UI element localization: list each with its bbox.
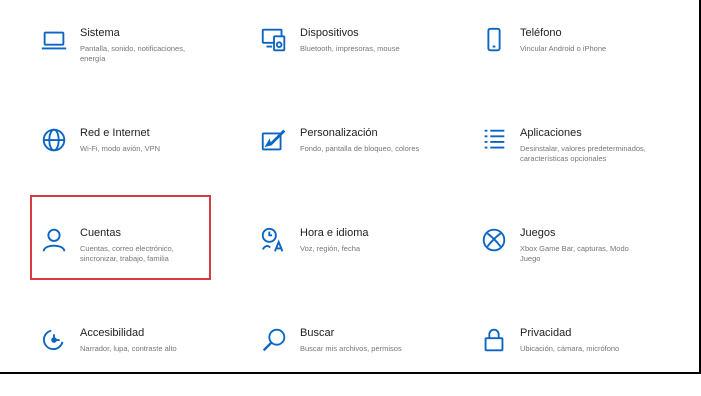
tile-description: Ubicación, cámara, micrófono	[520, 344, 620, 353]
tile-title: Juegos	[520, 227, 556, 239]
settings-tile-dispositivos[interactable]: Dispositivos Bluetooth, impresoras, mous…	[258, 26, 458, 96]
globe-icon	[38, 124, 70, 156]
tile-description: Cuentas, correo electrónico, sincronizar…	[80, 244, 174, 263]
search-icon	[258, 324, 290, 356]
tile-title: Hora e idioma	[300, 227, 369, 239]
tile-title: Aplicaciones	[520, 127, 582, 139]
tile-title: Red e Internet	[80, 127, 150, 139]
devices-icon	[258, 24, 290, 56]
settings-tile-cuentas[interactable]: Cuentas Cuentas, correo electrónico, sin…	[38, 226, 238, 296]
settings-tile-telefono[interactable]: Teléfono Vincular Android o iPhone	[478, 26, 678, 96]
tile-description: Voz, región, fecha	[300, 244, 361, 253]
settings-tile-aplicaciones[interactable]: Aplicaciones Desinstalar, valores predet…	[478, 126, 678, 196]
lock-icon	[478, 324, 510, 356]
tile-description: Buscar mis archivos, permisos	[300, 344, 402, 353]
settings-window: Sistema Pantalla, sonido, notificaciones…	[0, 0, 701, 374]
settings-tile-hora-idioma[interactable]: Hora e idioma Voz, región, fecha	[258, 226, 458, 296]
apps-list-icon	[478, 124, 510, 156]
tile-description: Fondo, pantalla de bloqueo, colores	[300, 144, 420, 153]
tile-title: Cuentas	[80, 227, 121, 239]
tile-description: Vincular Android o iPhone	[520, 44, 607, 53]
person-icon	[38, 224, 70, 256]
accessibility-icon	[38, 324, 70, 356]
settings-tile-red-internet[interactable]: Red e Internet Wi-Fi, modo avión, VPN	[38, 126, 238, 196]
tile-title: Sistema	[80, 27, 120, 39]
settings-tile-juegos[interactable]: Juegos Xbox Game Bar, capturas, Modo Jue…	[478, 226, 678, 296]
time-language-icon	[258, 224, 290, 256]
tile-title: Buscar	[300, 327, 335, 339]
tile-description: Desinstalar, valores predeterminados, ca…	[520, 144, 646, 163]
settings-tile-accesibilidad[interactable]: Accesibilidad Narrador, lupa, contraste …	[38, 326, 238, 396]
laptop-icon	[38, 24, 70, 56]
tile-title: Accesibilidad	[80, 327, 145, 339]
tile-description: Bluetooth, impresoras, mouse	[300, 44, 400, 53]
xbox-icon	[478, 224, 510, 256]
settings-tile-sistema[interactable]: Sistema Pantalla, sonido, notificaciones…	[38, 26, 238, 96]
settings-tile-privacidad[interactable]: Privacidad Ubicación, cámara, micrófono	[478, 326, 678, 396]
tile-description: Wi-Fi, modo avión, VPN	[80, 144, 161, 153]
tile-title: Teléfono	[520, 27, 562, 39]
tile-title: Privacidad	[520, 327, 572, 339]
settings-tile-buscar[interactable]: Buscar Buscar mis archivos, permisos	[258, 326, 458, 396]
tile-title: Personalización	[300, 127, 378, 139]
tile-title: Dispositivos	[300, 27, 359, 39]
tile-description: Xbox Game Bar, capturas, Modo Juego	[520, 244, 629, 263]
tile-description: Narrador, lupa, contraste alto	[80, 344, 177, 353]
phone-icon	[478, 24, 510, 56]
settings-tile-personalizacion[interactable]: Personalización Fondo, pantalla de bloqu…	[258, 126, 458, 196]
tile-description: Pantalla, sonido, notificaciones, energí…	[80, 44, 186, 63]
personalization-icon	[258, 124, 290, 156]
